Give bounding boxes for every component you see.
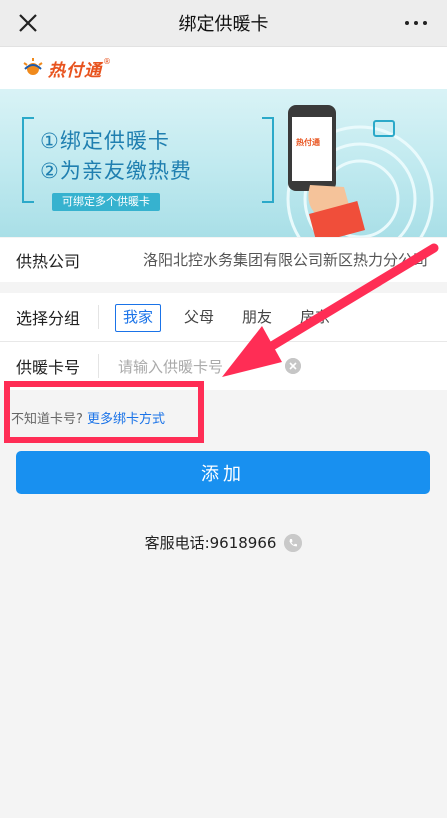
customer-service: 客服电话: 9618966 <box>0 532 447 553</box>
more-icon[interactable] <box>405 19 429 27</box>
clear-icon[interactable] <box>285 358 301 374</box>
page-title: 绑定供暖卡 <box>178 14 269 35</box>
card-number-input[interactable] <box>116 352 280 382</box>
company-value: 洛阳北控水务集团有限公司新区热力分公司 <box>143 251 429 269</box>
group-option-wojia[interactable]: 我家 <box>115 304 162 332</box>
banner-tag: 可绑定多个供暖卡 <box>52 193 160 211</box>
annotation-highlight-box <box>4 381 204 443</box>
logo-strip: 热付通 ® <box>0 47 447 89</box>
company-label: 供热公司 <box>16 252 81 271</box>
promo-banner[interactable]: ①绑定供暖卡 ②为亲友缴热费 可绑定多个供暖卡 热付通 <box>0 89 447 237</box>
service-label: 客服电话: <box>144 534 210 552</box>
add-button[interactable]: 添加 <box>16 451 430 494</box>
banner-line-1: ①绑定供暖卡 <box>40 129 170 153</box>
banner-line-2: ②为亲友缴热费 <box>40 159 192 183</box>
phone-screen-logo: 热付通 <box>296 137 320 147</box>
group-divider <box>98 305 99 329</box>
sun-logo-icon <box>23 58 43 75</box>
group-label: 选择分组 <box>16 309 81 328</box>
close-icon[interactable] <box>14 9 42 37</box>
phone-icon[interactable] <box>284 533 303 552</box>
group-row: 选择分组 我家 父母 朋友 房东 <box>0 293 447 342</box>
logo-registered-mark: ® <box>103 57 111 66</box>
service-phone: 9618966 <box>209 533 277 552</box>
logo-text: 热付通 <box>48 60 102 81</box>
group-option-fangdong[interactable]: 房东 <box>300 304 330 330</box>
card-label: 供暖卡号 <box>16 358 81 377</box>
company-row[interactable]: 供热公司 洛阳北控水务集团有限公司新区热力分公司 <box>0 238 447 282</box>
group-option-fumu[interactable]: 父母 <box>184 304 214 330</box>
group-option-pengyou[interactable]: 朋友 <box>242 304 272 330</box>
card-divider <box>98 354 99 378</box>
banner-bracket-left <box>22 117 34 203</box>
hand-phone-illustration: 热付通 <box>286 105 434 237</box>
nav-bar: 绑定供暖卡 <box>0 0 447 47</box>
